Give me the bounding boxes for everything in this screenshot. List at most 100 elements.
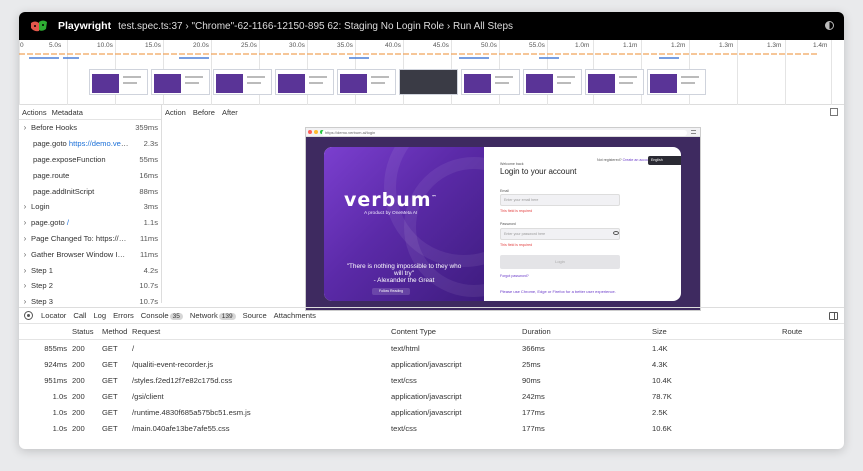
filmstrip-frame[interactable] bbox=[647, 69, 706, 95]
language-select[interactable]: English bbox=[648, 156, 681, 165]
timeline-gridline bbox=[831, 40, 832, 105]
col-request[interactable]: Request bbox=[132, 327, 391, 336]
tab-console[interactable]: Console 35 bbox=[141, 311, 183, 320]
tab-attachments[interactable]: Attachments bbox=[274, 311, 316, 320]
action-duration: 55ms bbox=[139, 154, 158, 164]
tab-actions[interactable]: Actions bbox=[22, 108, 47, 117]
password-error: This field is required bbox=[500, 243, 533, 247]
email-field[interactable]: Enter your email here bbox=[500, 194, 620, 206]
chevron-right-icon[interactable]: › bbox=[19, 266, 31, 275]
cell-method: GET bbox=[102, 407, 118, 417]
cell-time: 1.0s bbox=[52, 423, 67, 433]
chevron-right-icon[interactable]: › bbox=[19, 202, 31, 211]
network-row[interactable]: 951ms 200 GET/styles.f2ed12f7e82c175d.css t… bbox=[19, 372, 844, 388]
action-list: › Before Hooks 359ms page.goto https://demo… bbox=[19, 120, 161, 310]
tab-source[interactable]: Source bbox=[243, 311, 267, 320]
network-row[interactable]: 1.0s 200 GET/main.040afe13be7afe55.css text… bbox=[19, 420, 844, 436]
action-item[interactable]: page.goto https://demo.verb... 2.3s bbox=[19, 136, 161, 152]
timeline-gridline bbox=[737, 40, 738, 105]
col-size[interactable]: Size bbox=[652, 327, 782, 336]
action-item[interactable]: › Step 1 4.2s bbox=[19, 262, 161, 278]
pick-locator-icon[interactable] bbox=[24, 311, 33, 320]
chevron-right-icon[interactable]: › bbox=[19, 297, 31, 306]
col-status[interactable]: Status bbox=[67, 327, 99, 336]
timeline-tick: 1.1m bbox=[623, 42, 638, 49]
forgot-password-link[interactable]: Forgot password? bbox=[500, 274, 529, 278]
action-label: Before Hooks bbox=[31, 123, 78, 133]
network-row[interactable]: 1.0s 200 GET/runtime.4830f685a575bc51.esm.… bbox=[19, 404, 844, 420]
filmstrip[interactable] bbox=[89, 69, 706, 95]
tab-action[interactable]: Action bbox=[165, 108, 186, 117]
chevron-right-icon[interactable]: › bbox=[19, 218, 31, 227]
action-item[interactable]: › Page Changed To: https://de... 11ms bbox=[19, 231, 161, 247]
filmstrip-frame[interactable] bbox=[585, 69, 644, 95]
col-content-type[interactable]: Content Type bbox=[391, 327, 522, 336]
chevron-right-icon[interactable]: › bbox=[19, 123, 31, 132]
col-route[interactable]: Route bbox=[782, 327, 842, 336]
password-label: Password bbox=[500, 222, 516, 226]
details-tabs: Locator Call Log Errors Console 35 Network 139 S… bbox=[19, 307, 844, 324]
network-row[interactable]: 924ms 200 GET/qualiti-event-recorder.js app… bbox=[19, 356, 844, 372]
timeline[interactable]: 0 5.0s 10.0s 15.0s 20.0s 25.0s 30.0s 35.0s 40.0s… bbox=[19, 40, 844, 105]
theme-toggle-icon[interactable] bbox=[825, 21, 834, 30]
tab-metadata[interactable]: Metadata bbox=[52, 108, 83, 117]
action-label: page.goto / bbox=[31, 218, 70, 228]
cell-status: 200 bbox=[72, 391, 85, 401]
action-duration: 3ms bbox=[143, 202, 158, 212]
filmstrip-frame[interactable] bbox=[213, 69, 272, 95]
tab-locator[interactable]: Locator bbox=[41, 311, 66, 320]
tab-after[interactable]: After bbox=[222, 108, 238, 117]
timeline-tick: 5.0s bbox=[49, 42, 62, 49]
tab-errors[interactable]: Errors bbox=[113, 311, 134, 320]
cell-method: GET bbox=[102, 391, 118, 401]
password-field[interactable]: Enter your password here bbox=[500, 228, 620, 240]
col-method[interactable]: Method bbox=[99, 327, 132, 336]
timeline-gridline bbox=[67, 40, 68, 105]
cell-request: /runtime.4830f685a575bc51.esm.js bbox=[132, 407, 251, 417]
action-duration: 88ms bbox=[139, 186, 158, 196]
filmstrip-frame[interactable] bbox=[399, 69, 458, 95]
action-item[interactable]: › page.goto / 1.1s bbox=[19, 215, 161, 231]
filmstrip-frame[interactable] bbox=[337, 69, 396, 95]
toggle-sidebar-icon[interactable] bbox=[829, 312, 838, 320]
filmstrip-frame[interactable] bbox=[523, 69, 582, 95]
action-item[interactable]: page.route 16ms bbox=[19, 167, 161, 183]
open-snapshot-icon[interactable] bbox=[830, 108, 838, 116]
action-item[interactable]: › Login 3ms bbox=[19, 199, 161, 215]
cell-method: GET bbox=[102, 343, 118, 353]
action-item[interactable]: page.addInitScript 88ms bbox=[19, 183, 161, 199]
tab-log[interactable]: Log bbox=[93, 311, 106, 320]
col-duration[interactable]: Duration bbox=[522, 327, 652, 336]
filmstrip-frame[interactable] bbox=[151, 69, 210, 95]
action-item[interactable]: › Gather Browser Window Info... 11ms bbox=[19, 246, 161, 262]
action-item[interactable]: › Step 2 10.7s bbox=[19, 278, 161, 294]
tab-before[interactable]: Before bbox=[193, 108, 215, 117]
cell-type: application/javascript bbox=[391, 407, 462, 417]
hero-button[interactable]: Follow Reading bbox=[372, 288, 410, 295]
chevron-right-icon[interactable]: › bbox=[19, 281, 31, 290]
timeline-tick: 55.0s bbox=[529, 42, 545, 49]
filmstrip-frame[interactable] bbox=[89, 69, 148, 95]
tab-call[interactable]: Call bbox=[73, 311, 86, 320]
timeline-tick: 1.0m bbox=[575, 42, 590, 49]
action-label: Gather Browser Window Info... bbox=[31, 249, 129, 259]
chevron-right-icon[interactable]: › bbox=[19, 250, 31, 259]
filmstrip-frame[interactable] bbox=[461, 69, 520, 95]
chevron-right-icon[interactable]: › bbox=[19, 234, 31, 243]
action-item[interactable]: › Before Hooks 359ms bbox=[19, 120, 161, 136]
action-item[interactable]: page.exposeFunction 55ms bbox=[19, 152, 161, 168]
menu-icon bbox=[691, 130, 696, 134]
cell-duration: 177ms bbox=[522, 407, 545, 417]
cell-time: 1.0s bbox=[52, 391, 67, 401]
action-label: Login bbox=[31, 202, 50, 212]
timeline-tick: 25.0s bbox=[241, 42, 257, 49]
action-label: Step 2 bbox=[31, 281, 53, 291]
network-row[interactable]: 855ms 200 GET / text/html 366ms 1.4K bbox=[19, 340, 844, 356]
network-row[interactable]: 1.0s 200 GET/gsi/client application/javascr… bbox=[19, 388, 844, 404]
login-button[interactable]: Login bbox=[500, 255, 620, 269]
action-label: page.goto https://demo.verb... bbox=[33, 139, 129, 148]
filmstrip-frame[interactable] bbox=[275, 69, 334, 95]
eye-icon[interactable] bbox=[613, 231, 619, 235]
cell-size: 1.4K bbox=[652, 343, 668, 353]
tab-network[interactable]: Network 139 bbox=[190, 311, 236, 320]
